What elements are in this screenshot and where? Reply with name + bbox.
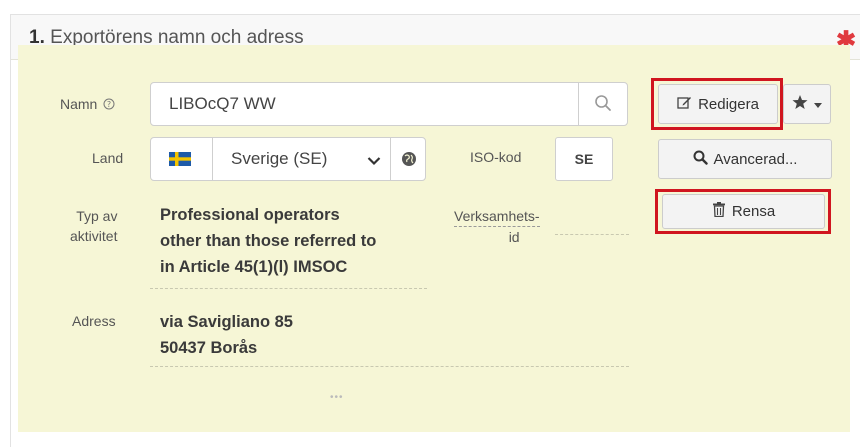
question-circle-icon: ? — [103, 97, 115, 113]
typ-av-label-line1: Typ av — [76, 208, 118, 224]
avancerad-button[interactable]: Avancerad... — [658, 139, 832, 179]
search-icon — [693, 150, 708, 169]
typ-av-aktivitet-value: Professional operators other than those … — [160, 202, 376, 280]
star-icon — [792, 94, 808, 114]
land-globe-divider — [390, 138, 391, 180]
adress-label: Adress — [72, 313, 116, 329]
globe-icon[interactable] — [401, 151, 417, 172]
land-flag-divider — [212, 138, 213, 180]
typ-av-aktivitet-label: Typ av aktivitet — [70, 206, 117, 246]
adress-underline — [150, 366, 629, 367]
typ-av-underline — [150, 288, 427, 289]
adress-line2: 50437 Borås — [160, 339, 258, 357]
verksamhets-id-label-line1: Verksamhets- — [454, 206, 540, 227]
namn-divider — [578, 83, 579, 125]
verksamhets-id-underline — [555, 234, 629, 235]
verksamhets-id-label-line2: id — [508, 229, 520, 245]
typ-av-value-line3: in Article 45(1)(l) IMSOC — [160, 258, 348, 276]
caret-down-icon — [814, 96, 822, 113]
namn-label: Namn ? — [60, 96, 115, 113]
favorites-dropdown-button[interactable] — [783, 84, 831, 124]
search-icon[interactable] — [594, 94, 612, 117]
chevron-down-icon[interactable] — [367, 153, 381, 171]
redigera-highlight — [651, 78, 783, 130]
adress-value: via Savigliano 85 50437 Borås — [160, 309, 293, 361]
svg-text:?: ? — [107, 100, 111, 109]
adress-line1: via Savigliano 85 — [160, 313, 293, 331]
namn-label-text: Namn — [60, 96, 98, 112]
verksamhets-id-label: Verksamhets- id — [454, 206, 540, 247]
typ-av-value-line2: other than those referred to — [160, 232, 377, 250]
namn-value[interactable]: LIBOcQ7 WW — [169, 94, 276, 114]
land-label: Land — [92, 150, 124, 166]
land-select[interactable]: Sverige (SE) — [150, 137, 426, 181]
namn-input[interactable]: LIBOcQ7 WW — [150, 82, 628, 126]
iso-kod-label: ISO-kod — [470, 149, 522, 165]
more-ellipsis-icon[interactable]: ••• — [330, 392, 344, 403]
typ-av-label-line2: aktivitet — [70, 228, 118, 244]
sweden-flag-icon — [169, 152, 191, 171]
land-value[interactable]: Sverige (SE) — [231, 149, 341, 169]
rensa-highlight — [655, 189, 831, 234]
typ-av-value-line1: Professional operators — [160, 206, 340, 224]
iso-kod-value: SE — [555, 137, 613, 181]
avancerad-label: Avancerad... — [713, 150, 798, 168]
